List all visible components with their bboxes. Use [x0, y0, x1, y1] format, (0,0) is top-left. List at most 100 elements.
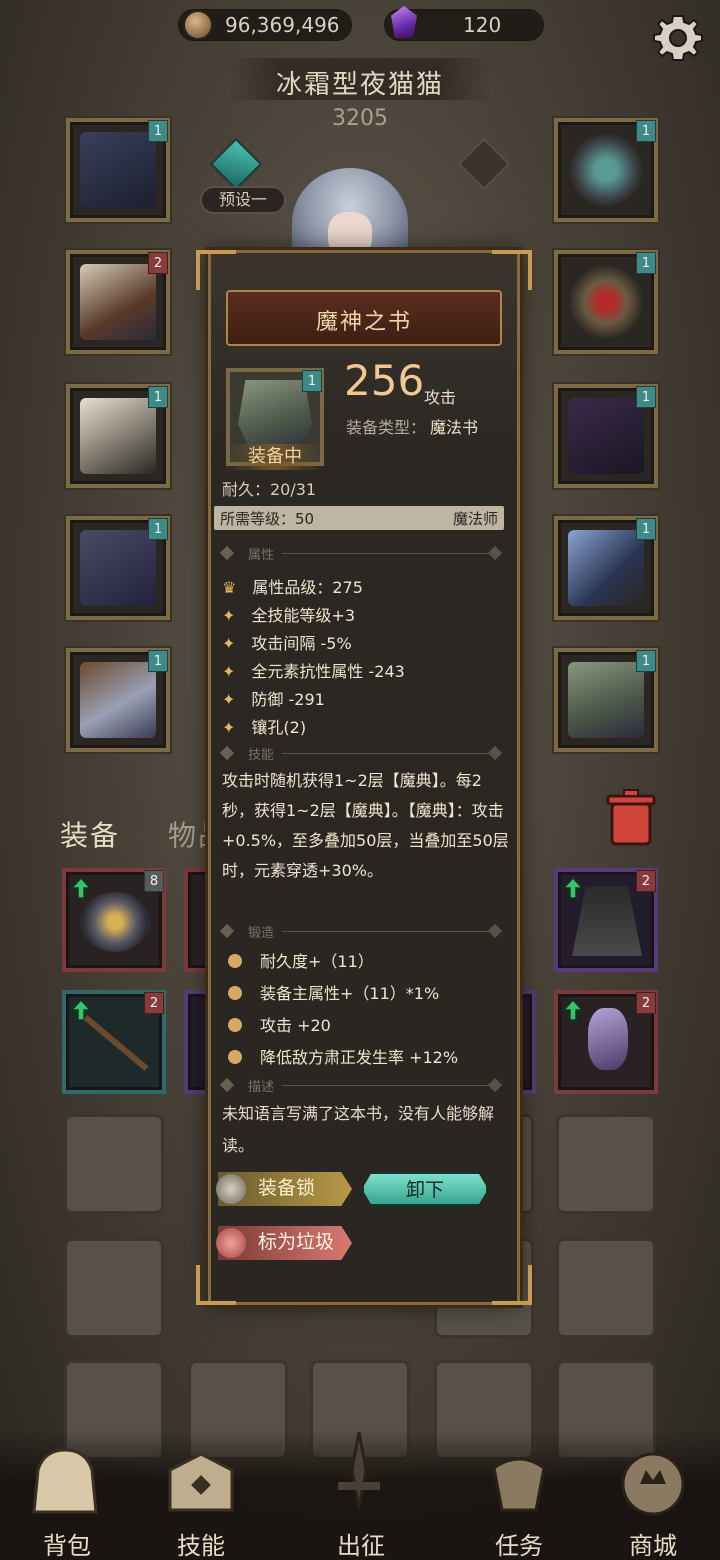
tier-badge: 2	[636, 870, 656, 892]
durability: 耐久：20/31	[222, 480, 317, 499]
tier-badge: 1	[636, 252, 656, 274]
tier-badge: 1	[148, 386, 168, 408]
flavor-text: 未知语言写满了这本书，没有人能够解读。	[222, 1104, 495, 1155]
upgrade-arrow-icon	[562, 998, 584, 1021]
attribute-row: ♛ 属性品级：275	[222, 578, 363, 597]
staff-icon	[83, 1014, 149, 1072]
frame-corner	[492, 1265, 532, 1305]
lock-icon	[216, 1174, 246, 1204]
section-description: 描述	[219, 1076, 506, 1095]
frame-corner	[196, 1265, 236, 1305]
equip-slot-ring[interactable]: 1	[554, 250, 658, 354]
equip-slot-wand[interactable]: 1	[554, 516, 658, 620]
tier-badge: 1	[636, 120, 656, 142]
attribute-row: ✦ 全技能等级+3	[222, 606, 355, 625]
sword-icon	[338, 1431, 380, 1509]
forge-row: 耐久度+（11）	[228, 948, 374, 972]
tier-badge: 8	[144, 870, 164, 892]
skill-description: 攻击时随机获得1~2层【魔典】。每2秒，获得1~2层【魔典】。【魔典】：攻击+0…	[222, 771, 509, 880]
attribute-row: ✦ 镶孔(2)	[222, 718, 307, 737]
equip-slot-amulet[interactable]: 1	[554, 118, 658, 222]
equipped-label: 装备中	[226, 444, 324, 470]
equip-slot-offhand-book[interactable]: 1	[554, 648, 658, 752]
gem-icon	[391, 6, 417, 38]
item-detail-popup: 魔神之书 1 装备中 256 攻击 装备类型： 魔法书 耐久：20/31 所需等…	[196, 250, 532, 1305]
inventory-slot[interactable]: 8	[62, 868, 166, 972]
gem-amount: 120	[463, 13, 502, 37]
frame-corner	[492, 250, 532, 290]
preset-button[interactable]: 预设一	[200, 186, 286, 214]
inventory-slot[interactable]: 2	[554, 990, 658, 1094]
backpack-icon	[32, 1448, 98, 1514]
section-forge: 锻造	[219, 922, 506, 941]
tier-badge: 1	[148, 650, 168, 672]
forge-dot-icon	[228, 1018, 242, 1032]
lantern-icon	[588, 1008, 628, 1070]
nav-quests[interactable]: 任务	[464, 1526, 574, 1560]
equip-slot-belt[interactable]: 1	[554, 384, 658, 488]
coin-amount: 96,369,496	[225, 13, 340, 37]
section-skill: 技能	[219, 744, 506, 763]
settings-gear-icon[interactable]	[652, 12, 704, 64]
nav-shop[interactable]: 商城	[598, 1526, 708, 1560]
equip-type-label: 装备类型：	[346, 418, 427, 437]
sparkle-icon: ✦	[222, 662, 236, 681]
item-name: 魔神之书	[315, 310, 412, 335]
inventory-slot[interactable]: 2	[62, 990, 166, 1094]
equip-slot-weapon-left[interactable]: 1	[66, 118, 170, 222]
sparkle-icon: ✦	[222, 718, 236, 737]
shield-icon	[80, 892, 150, 952]
frame-corner	[196, 250, 236, 290]
tier-badge: 1	[636, 650, 656, 672]
requirement-bar: 所需等级：50 魔法师	[214, 506, 504, 530]
equip-type-value: 魔法书	[430, 418, 479, 437]
spellbook-icon	[568, 662, 644, 738]
bottom-navigation: 背包 技能 出征 任务 商城	[0, 1430, 720, 1560]
tier-badge: 1	[148, 120, 168, 142]
forge-row: 降低敌方肃正发生率 +12%	[228, 1044, 458, 1068]
frost-wand-icon	[568, 530, 644, 606]
empty-inventory-slot[interactable]	[64, 1114, 164, 1214]
character-name: 冰霜型夜猫猫	[275, 70, 444, 100]
unequip-button[interactable]: 卸下	[362, 1172, 488, 1206]
ring-icon	[568, 264, 644, 340]
top-bar: 96,369,496 120	[0, 0, 720, 61]
required-level: 所需等级：50	[220, 510, 315, 528]
preset-figure-icon[interactable]	[457, 137, 511, 191]
equip-slot-boots[interactable]: 1	[66, 648, 170, 752]
trash-icon[interactable]	[604, 788, 658, 848]
attack-unit: 攻击	[424, 388, 457, 407]
nav-skills[interactable]: 技能	[146, 1526, 256, 1560]
empty-inventory-slot[interactable]	[556, 1114, 656, 1214]
nav-expedition[interactable]: 出征	[306, 1526, 416, 1560]
chain-belt-icon	[568, 398, 644, 474]
inventory-slot[interactable]: 2	[554, 868, 658, 972]
amulet-icon	[568, 132, 644, 208]
crossbow-icon	[80, 132, 156, 208]
tab-equipment[interactable]: 装备	[60, 814, 120, 854]
attribute-row: ✦ 攻击间隔 -5%	[222, 634, 352, 653]
tier-badge: 2	[148, 252, 168, 274]
tier-badge: 2	[636, 992, 656, 1014]
forge-dot-icon	[228, 986, 242, 1000]
equip-slot-legs[interactable]: 1	[66, 516, 170, 620]
equip-slot-gloves[interactable]: 1	[66, 384, 170, 488]
coin-icon	[183, 10, 213, 40]
skill-book-icon	[168, 1452, 234, 1512]
tier-badge: 1	[302, 370, 322, 392]
sparkle-icon: ✦	[222, 634, 236, 653]
shop-icon	[621, 1452, 685, 1516]
pants-icon	[80, 530, 156, 606]
tier-badge: 1	[148, 518, 168, 540]
preset-tree-icon[interactable]	[209, 137, 263, 191]
empty-inventory-slot[interactable]	[556, 1238, 656, 1338]
equip-slot-chest[interactable]: 2	[66, 250, 170, 354]
attribute-row: ✦ 全元素抗性属性 -243	[222, 662, 405, 681]
empty-inventory-slot[interactable]	[64, 1238, 164, 1338]
attack-value: 256	[344, 356, 425, 405]
coin-counter: 96,369,496	[178, 9, 352, 41]
required-class: 魔法师	[452, 510, 498, 528]
nav-backpack[interactable]: 背包	[12, 1526, 122, 1560]
forge-row: 装备主属性+（11）*1%	[228, 980, 439, 1004]
attribute-row: ✦ 防御 -291	[222, 690, 325, 709]
